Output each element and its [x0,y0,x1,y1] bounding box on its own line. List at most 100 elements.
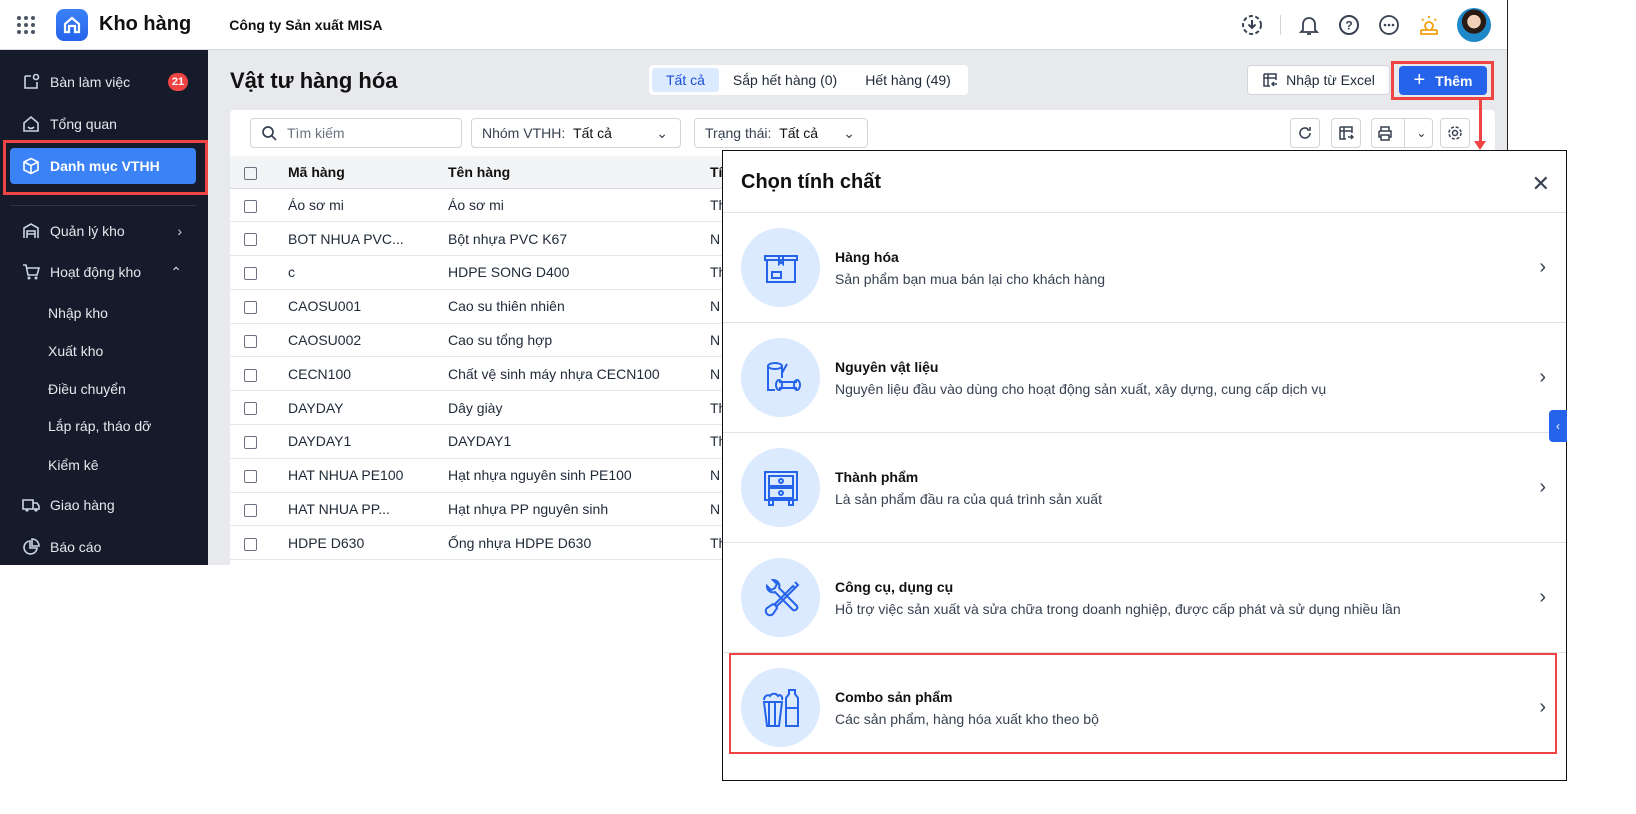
cell-name: Hạt nhựa nguyên sinh PE100 [448,458,710,493]
sidebar-item-inventory-check[interactable]: Kiểm kê [10,447,196,483]
cell-code: CAOSU002 [288,323,448,358]
sidebar-item-label: Bàn làm việc [50,74,131,90]
row-checkbox[interactable] [244,267,257,281]
sidebar-item-reports[interactable]: Báo cáo [10,529,196,565]
page-title: Vật tư hàng hóa [230,68,398,93]
cell-code: HAT NHUA PE100 [288,458,448,493]
sidebar-item-activities[interactable]: Hoạt động kho ⌃ [10,254,196,290]
search-input[interactable]: Tìm kiếm [250,118,462,148]
warehouse-icon [23,223,39,238]
tab-low-stock[interactable]: Sắp hết hàng (0) [719,68,851,92]
status-filter-select[interactable]: Trạng thái: Tất cả ⌄ [694,118,868,148]
row-checkbox[interactable] [244,199,257,213]
cell-name: Áo sơ mi [448,188,710,223]
option-name: Nguyên vật liệu [835,358,939,375]
option-description: Hỗ trợ việc sản xuất và sửa chữa trong d… [835,600,1401,617]
download-icon[interactable] [1240,13,1264,37]
more-icon[interactable] [1377,13,1401,37]
row-checkbox[interactable] [244,402,257,416]
sidebar-item-assembly[interactable]: Lắp ráp, tháo dỡ [10,408,196,444]
chevron-up-icon: ⌃ [170,263,182,280]
sidebar: Bàn làm việc 21 Tổng quan Danh mục VTHH Q… [0,50,208,565]
group-filter-select[interactable]: Nhóm VTHH: Tất cả ⌄ [471,118,681,148]
package-icon [763,254,798,283]
type-option[interactable]: Thành phẩm Là sản phẩm đầu ra của quá trì… [723,432,1566,542]
type-option[interactable]: Công cụ, dụng cụ Hỗ trợ việc sản xuất và … [723,542,1566,652]
row-checkbox[interactable] [244,233,257,247]
print-button[interactable]: ⌄ [1371,118,1433,148]
sidebar-item-warehouse[interactable]: Quản lý kho › [10,213,196,249]
cell-name: HDPE SONG D400 [448,255,710,290]
cell-name: Bột nhựa PVC K67 [448,221,710,257]
export-table-button[interactable] [1331,118,1361,148]
highlight-box [1391,61,1494,100]
apps-grid-icon[interactable] [17,15,41,34]
printer-icon [1378,126,1393,141]
select-all-checkbox[interactable] [244,166,257,180]
cell-code: c [288,255,448,290]
column-header-name[interactable]: Tên hàng [448,156,710,189]
chevron-down-icon: ⌄ [656,124,668,141]
refresh-button[interactable] [1290,118,1320,148]
gear-icon [1448,126,1462,140]
app-name: Kho hàng [99,13,192,35]
cell-name: Ống nhựa HDPE D630 [448,525,710,561]
cell-code: Áo sơ mi [288,188,448,223]
cell-name: DAYDAY1 [448,424,710,459]
cabinet-icon [763,470,798,506]
column-header-code[interactable]: Mã hàng [288,156,448,189]
sidebar-item-transfer[interactable]: Điều chuyển [10,371,196,407]
cell-code: HAT NHUA PP... [288,492,448,527]
chevron-right-icon: › [1539,366,1546,388]
sidebar-item-label: Hoạt động kho [50,264,142,280]
row-checkbox[interactable] [244,436,257,450]
idea-icon[interactable] [1417,13,1441,37]
company-name[interactable]: Công ty Sản xuất MISA [229,17,382,33]
close-icon[interactable]: ✕ [1532,171,1550,197]
settings-button[interactable] [1440,118,1470,148]
sidebar-item-import[interactable]: Nhập kho [10,295,196,331]
type-option[interactable]: Hàng hóa Sản phẩm bạn mua bán lại cho khá… [723,212,1566,322]
search-icon [262,126,277,141]
sidebar-item-desk[interactable]: Bàn làm việc 21 [10,64,196,100]
cart-icon [23,264,40,280]
sidebar-item-delivery[interactable]: Giao hàng [10,487,196,523]
highlight-arrow [1479,100,1482,144]
bell-icon[interactable] [1297,13,1321,37]
chevron-right-icon: › [1539,256,1546,278]
filter-value: Tất cả [573,125,612,141]
help-icon[interactable]: ? [1337,13,1361,37]
side-panel-toggle[interactable]: ‹ [1549,410,1567,442]
tab-all[interactable]: Tất cả [652,68,719,92]
cell-name: Cao su tổng hợp [448,323,710,358]
row-checkbox[interactable] [244,301,257,315]
search-placeholder: Tìm kiếm [287,125,345,141]
import-excel-button[interactable]: Nhập từ Excel [1247,65,1390,95]
divider [1507,0,1508,150]
sidebar-item-label: Nhập kho [48,305,108,321]
sidebar-item-label: Báo cáo [50,539,102,555]
row-checkbox[interactable] [244,470,257,484]
type-option[interactable]: Nguyên vật liệu Nguyên liệu đầu vào dùng … [723,322,1566,432]
row-checkbox[interactable] [244,368,257,382]
notification-badge: 21 [168,73,188,91]
avatar[interactable] [1457,8,1491,42]
sidebar-item-export[interactable]: Xuất kho [10,333,196,369]
row-checkbox[interactable] [244,537,257,551]
cell-code: BOT NHUA PVC... [288,221,448,257]
chevron-down-icon[interactable]: ⌄ [1416,126,1426,140]
tab-out-of-stock[interactable]: Hết hàng (49) [851,68,965,92]
sidebar-item-overview[interactable]: Tổng quan [10,106,196,142]
cell-name: Cao su thiên nhiên [448,289,710,324]
cell-code: DAYDAY [288,390,448,426]
app-logo [56,8,88,41]
chevron-right-icon: › [1539,586,1546,608]
cell-code: CAOSU001 [288,289,448,324]
tools-icon [764,578,799,616]
row-checkbox[interactable] [244,503,257,517]
row-checkbox[interactable] [244,334,257,348]
option-description: Nguyên liệu đầu vào dùng cho hoạt động s… [835,380,1327,397]
dialog-title: Chọn tính chất [741,171,881,193]
sidebar-item-label: Kiểm kê [48,457,99,473]
cell-code: CECN100 [288,356,448,392]
